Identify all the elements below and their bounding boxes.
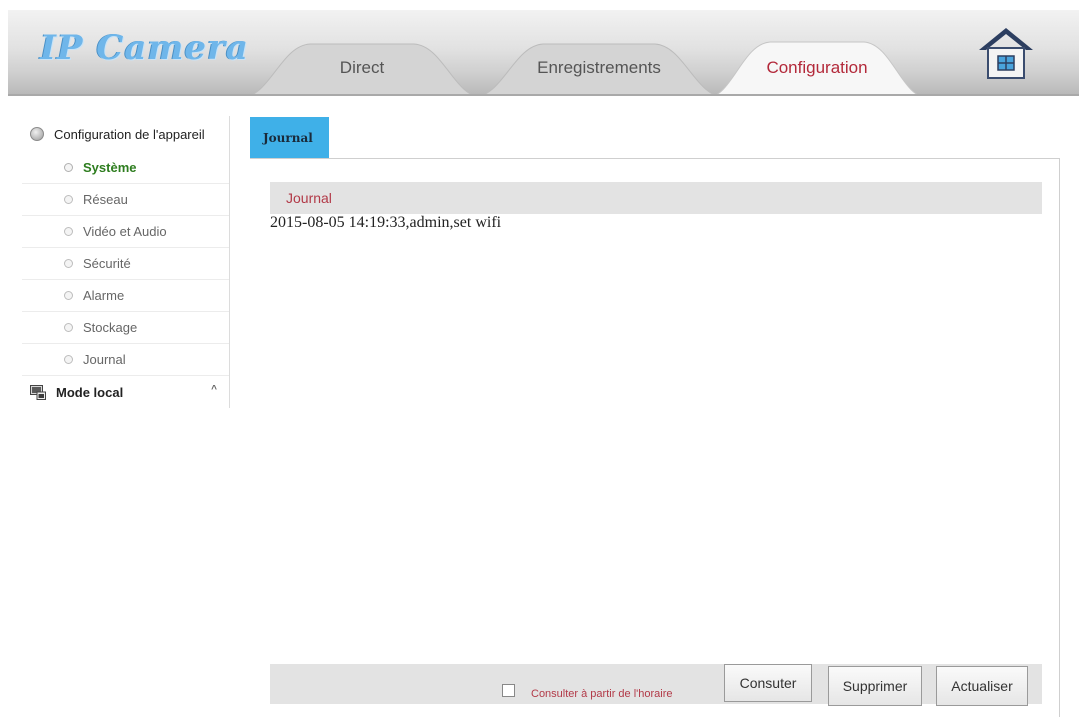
home-icon[interactable] bbox=[976, 26, 1036, 84]
bullet-icon bbox=[64, 323, 73, 332]
sidebar-group-local-mode[interactable]: Mode local ^ bbox=[22, 376, 229, 408]
tab-journal[interactable]: Journal bbox=[250, 117, 329, 158]
sidebar-group-device-config[interactable]: Configuration de l'appareil bbox=[22, 116, 229, 152]
sidebar-item-alarme[interactable]: Alarme bbox=[22, 280, 229, 312]
tab-configuration[interactable]: Configuration bbox=[706, 40, 928, 94]
bullet-icon bbox=[64, 291, 73, 300]
sidebar-item-video-audio[interactable]: Vidéo et Audio bbox=[22, 216, 229, 248]
bullet-icon bbox=[64, 163, 73, 172]
sidebar: Configuration de l'appareil Système Rése… bbox=[22, 116, 230, 408]
sidebar-item-label: Journal bbox=[83, 352, 126, 367]
tab-configuration-label: Configuration bbox=[766, 58, 868, 77]
app-logo: IP Camera bbox=[40, 28, 249, 68]
delete-button[interactable]: Supprimer bbox=[828, 666, 922, 706]
log-entry: 2015-08-05 14:19:33,admin,set wifi bbox=[270, 214, 502, 231]
tab-direct-label: Direct bbox=[339, 58, 385, 77]
top-header: IP Camera Direct Enregistrements Configu… bbox=[8, 10, 1079, 96]
sidebar-group-label: Configuration de l'appareil bbox=[54, 126, 205, 142]
chevron-up-icon[interactable]: ^ bbox=[211, 384, 217, 395]
sidebar-item-label: Alarme bbox=[83, 288, 125, 303]
sidebar-item-label: Système bbox=[83, 160, 137, 175]
sidebar-item-reseau[interactable]: Réseau bbox=[22, 184, 229, 216]
sidebar-item-label: Stockage bbox=[83, 320, 138, 335]
schedule-checkbox[interactable] bbox=[502, 684, 515, 697]
sidebar-item-journal[interactable]: Journal bbox=[22, 344, 229, 376]
content-frame bbox=[250, 158, 1060, 717]
refresh-button[interactable]: Actualiser bbox=[936, 666, 1028, 706]
consult-button[interactable]: Consuter bbox=[724, 664, 812, 702]
sidebar-item-label: Sécurité bbox=[83, 256, 131, 271]
schedule-checkbox-label: Consulter à partir de l'horaire bbox=[531, 688, 673, 700]
monitor-icon bbox=[30, 384, 46, 400]
bullet-icon bbox=[64, 355, 73, 364]
tab-recordings-label: Enregistrements bbox=[537, 58, 661, 77]
sidebar-item-stockage[interactable]: Stockage bbox=[22, 312, 229, 344]
sidebar-item-label: Réseau bbox=[83, 192, 128, 207]
sidebar-local-label: Mode local bbox=[56, 384, 124, 400]
sidebar-item-securite[interactable]: Sécurité bbox=[22, 248, 229, 280]
sidebar-item-systeme[interactable]: Système bbox=[22, 152, 229, 184]
sidebar-item-label: Vidéo et Audio bbox=[83, 224, 167, 239]
tab-direct[interactable]: Direct bbox=[240, 40, 484, 94]
bullet-icon bbox=[64, 227, 73, 236]
bullet-icon bbox=[64, 259, 73, 268]
log-table-header: Journal bbox=[270, 182, 1042, 214]
tab-recordings[interactable]: Enregistrements bbox=[471, 40, 727, 94]
gear-icon bbox=[30, 127, 44, 141]
bullet-icon bbox=[64, 195, 73, 204]
